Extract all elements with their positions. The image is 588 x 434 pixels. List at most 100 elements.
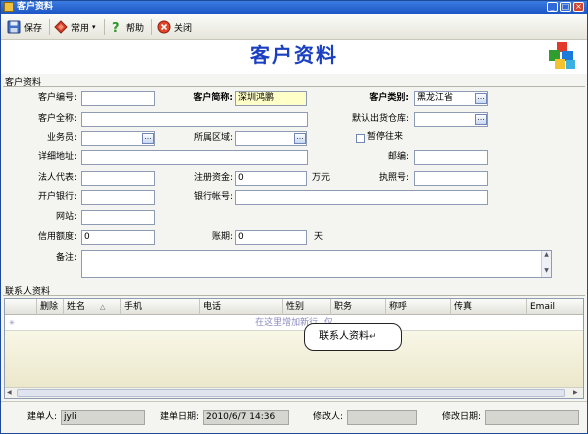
- postcode-label: 邮编:: [387, 152, 409, 162]
- help-label: 帮助: [126, 23, 145, 34]
- close-button[interactable]: 关闭: [157, 18, 192, 36]
- region-label: 所属区域:: [193, 133, 233, 143]
- status-bar: 建单人: jyli 建单日期: 2010/6/7 14:36 修改人: 修改日期…: [1, 401, 587, 433]
- bank-account-input[interactable]: [235, 190, 488, 205]
- toolbar-separator: [104, 19, 105, 35]
- website-input[interactable]: [81, 210, 155, 225]
- minimize-button[interactable]: _: [547, 2, 558, 12]
- new-row-hint: 在这里增加新行, 仅: [255, 318, 333, 328]
- col-header-phone[interactable]: 电话: [200, 299, 283, 315]
- customer-code-input[interactable]: [81, 91, 155, 106]
- remarks-label: 备注:: [55, 253, 77, 263]
- maximize-button[interactable]: □: [560, 2, 571, 12]
- col-header-name[interactable]: 姓名 △: [64, 299, 121, 315]
- scroll-down-icon[interactable]: ▼: [542, 267, 551, 275]
- customer-window: 客户资料 _ □ × 保存 常用 ▾ ? 帮助 关闭 客户资料 客户资料 客户编…: [0, 0, 588, 434]
- save-label: 保存: [24, 23, 43, 34]
- sort-asc-icon: △: [100, 303, 106, 311]
- account-period-unit: 天: [314, 232, 324, 242]
- customer-type-label: 客户类别:: [369, 93, 409, 103]
- region-browse-button[interactable]: ...: [294, 133, 306, 144]
- section-divider: [3, 295, 585, 296]
- credit-limit-label: 信用额度:: [37, 232, 77, 242]
- customer-short-name-input[interactable]: 深圳鸿鹏: [235, 91, 307, 106]
- creator-field: jyli: [61, 410, 145, 425]
- diamond-icon: [54, 20, 68, 34]
- app-icon: [4, 2, 14, 12]
- scroll-left-icon[interactable]: ◀: [7, 388, 12, 398]
- contacts-callout: 联系人资料↵: [304, 323, 402, 351]
- grid-row-header-corner: [5, 299, 37, 315]
- salesperson-browse-button[interactable]: ...: [142, 133, 154, 144]
- help-button[interactable]: ? 帮助: [109, 18, 144, 36]
- col-header-mobile[interactable]: 手机: [121, 299, 200, 315]
- svg-text:?: ?: [112, 21, 120, 34]
- close-label: 关闭: [174, 23, 193, 34]
- legal-rep-input[interactable]: [81, 171, 155, 186]
- window-title: 客户资料: [17, 2, 54, 12]
- common-menu-button[interactable]: 常用 ▾: [54, 18, 96, 36]
- cubes-logo-icon: [549, 42, 575, 69]
- customer-type-browse-button[interactable]: ...: [475, 93, 487, 104]
- address-input[interactable]: [81, 150, 308, 165]
- contacts-grid: 删除 姓名 △ 手机 电话 性别 职务 称呼 传真 Email ✳ 在这里增加新…: [4, 298, 584, 399]
- col-header-gender[interactable]: 性别: [283, 299, 331, 315]
- toolbar-separator: [151, 19, 152, 35]
- default-warehouse-label: 默认出货仓库:: [351, 114, 409, 124]
- remarks-textarea[interactable]: [81, 250, 552, 278]
- toolbar: 保存 常用 ▾ ? 帮助 关闭: [1, 14, 587, 40]
- col-header-fax[interactable]: 传真: [451, 299, 527, 315]
- creator-label: 建单人:: [26, 412, 57, 422]
- new-row[interactable]: ✳ 在这里增加新行, 仅: [5, 315, 583, 331]
- toolbar-separator: [49, 19, 50, 35]
- suspend-checkbox[interactable]: [356, 134, 365, 143]
- reg-capital-input[interactable]: 0: [235, 171, 307, 186]
- bank-input[interactable]: [81, 190, 155, 205]
- created-date-label: 建单日期:: [159, 412, 199, 422]
- col-header-salutation[interactable]: 称呼: [386, 299, 451, 315]
- save-icon: [7, 20, 21, 34]
- modifier-field: [347, 410, 417, 425]
- customer-full-name-label: 客户全称:: [37, 114, 77, 124]
- account-period-input[interactable]: 0: [235, 230, 307, 245]
- close-icon: [157, 20, 171, 34]
- callout-text: 联系人资料: [319, 331, 369, 342]
- bank-label: 开户银行:: [37, 192, 77, 202]
- help-icon: ?: [112, 21, 120, 34]
- scroll-right-icon[interactable]: ▶: [573, 388, 578, 398]
- close-window-button[interactable]: ×: [573, 2, 584, 12]
- license-no-input[interactable]: [414, 171, 488, 186]
- address-label: 详细地址:: [37, 152, 77, 162]
- customer-full-name-input[interactable]: [81, 112, 308, 127]
- col-header-name-text: 姓名: [67, 302, 86, 312]
- salesperson-label: 业务员:: [46, 133, 77, 143]
- modifier-label: 修改人:: [312, 412, 343, 422]
- modified-date-label: 修改日期:: [441, 412, 481, 422]
- customer-code-label: 客户编号:: [37, 93, 77, 103]
- created-date-field: 2010/6/7 14:36: [203, 410, 289, 425]
- scroll-up-icon[interactable]: ▲: [542, 251, 551, 259]
- customer-short-name-label: 客户简称:: [193, 93, 233, 103]
- page-title: 客户资料: [250, 43, 338, 67]
- col-header-delete[interactable]: 删除: [37, 299, 64, 315]
- postcode-input[interactable]: [414, 150, 488, 165]
- suspend-label: 暂停往来: [367, 132, 404, 142]
- bank-account-label: 银行帐号:: [193, 192, 233, 202]
- default-warehouse-browse-button[interactable]: ...: [475, 114, 487, 125]
- remarks-scrollbar[interactable]: ▲ ▼: [541, 251, 551, 277]
- website-label: 网站:: [55, 212, 77, 222]
- reg-capital-unit: 万元: [312, 173, 331, 183]
- horizontal-scrollbar[interactable]: ◀ ▶: [5, 387, 583, 398]
- grid-body: [5, 331, 583, 387]
- return-mark-icon: ↵: [369, 332, 377, 342]
- save-button[interactable]: 保存: [7, 18, 42, 36]
- section-divider: [3, 86, 585, 87]
- scroll-thumb[interactable]: [17, 389, 565, 397]
- credit-limit-input[interactable]: 0: [81, 230, 155, 245]
- common-label: 常用: [71, 23, 90, 34]
- col-header-title[interactable]: 职务: [331, 299, 386, 315]
- col-header-email[interactable]: Email: [527, 299, 583, 315]
- account-period-label: 账期:: [211, 232, 233, 242]
- modified-date-field: [485, 410, 579, 425]
- title-bar: 客户资料 _ □ ×: [1, 1, 587, 14]
